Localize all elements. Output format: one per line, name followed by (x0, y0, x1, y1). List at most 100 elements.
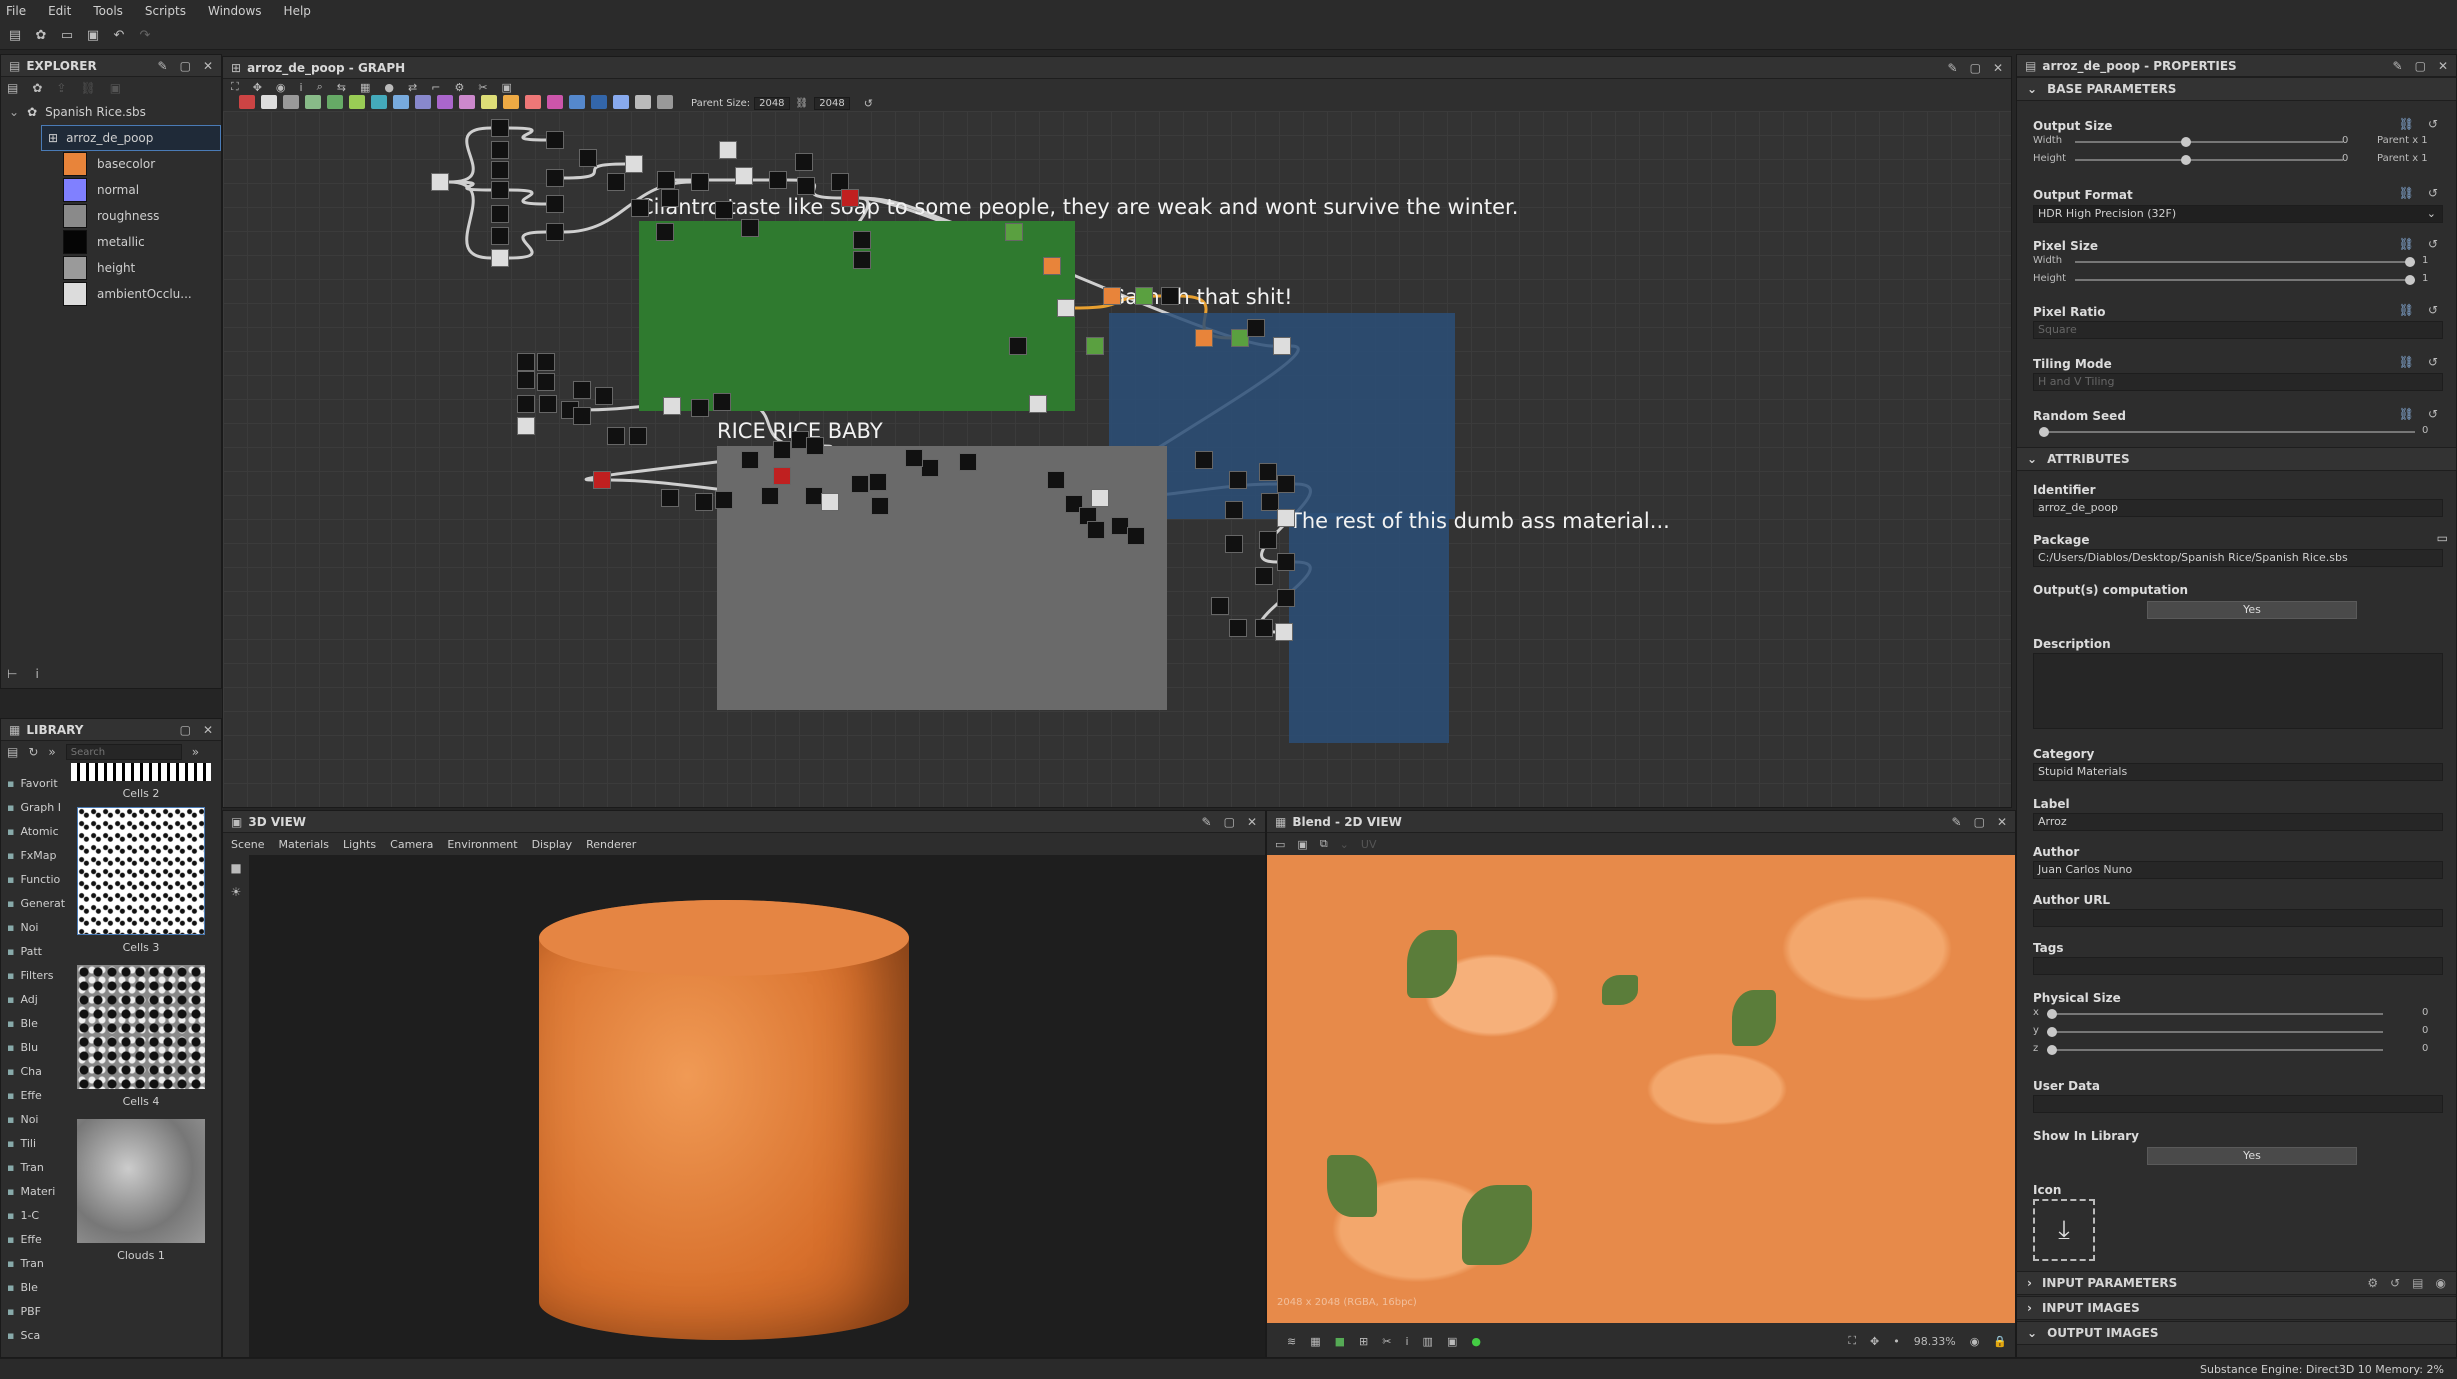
graph-node[interactable] (1277, 553, 1295, 571)
library-category[interactable]: ▪ Atomic (1, 819, 71, 843)
graph-frame[interactable] (1289, 513, 1449, 743)
chevron-down-icon[interactable]: ⌄ (9, 105, 19, 119)
atomic-node-icon[interactable] (371, 94, 387, 109)
tools-icon[interactable]: ✂ (478, 81, 487, 94)
close-icon[interactable]: ✕ (203, 59, 213, 73)
settings-icon[interactable]: ◉ (1970, 1335, 1980, 1348)
graph-node[interactable] (573, 407, 591, 425)
library-category[interactable]: ▪ Tran (1, 1155, 71, 1179)
graph-node[interactable] (431, 173, 449, 191)
atomic-node-icon[interactable] (239, 94, 255, 109)
filter-icon[interactable]: ▤ (7, 745, 18, 759)
library-category[interactable]: ▪ Favorit (1, 771, 71, 795)
link-icon[interactable]: ⛓ (2399, 186, 2414, 200)
chevron-down-icon[interactable]: ⌄ (2027, 82, 2037, 96)
library-category[interactable]: ▪ Ble (1, 1011, 71, 1035)
tree-icon[interactable]: ⊢ (7, 667, 17, 681)
graph-node[interactable] (1277, 475, 1295, 493)
library-category[interactable]: ▪ 1-C (1, 1203, 71, 1227)
copy-icon[interactable]: ⧉ (1320, 837, 1328, 851)
section-output-images[interactable]: ⌄ OUTPUT IMAGES (2017, 1321, 2456, 1345)
eye-icon[interactable]: ◉ (2436, 1276, 2446, 1290)
graph-node[interactable] (517, 371, 535, 389)
link-icon[interactable]: ⛓ (2399, 407, 2414, 421)
graph-node[interactable] (1275, 623, 1293, 641)
graph-node[interactable] (1247, 319, 1265, 337)
graph-node[interactable] (1091, 489, 1109, 507)
menu-edit[interactable]: Edit (48, 4, 71, 18)
layers-icon[interactable]: ≋ (1287, 1335, 1296, 1348)
graph-node[interactable] (741, 451, 759, 469)
atomic-node-icon[interactable] (327, 94, 343, 109)
icon-drop-zone[interactable]: ⤓ (2033, 1199, 2095, 1261)
lock-icon[interactable]: 🔒 (1993, 1335, 2007, 1348)
link-icon[interactable]: ⛓ (2399, 237, 2414, 251)
pixel-width-knob[interactable] (2405, 257, 2415, 267)
atomic-node-icon[interactable] (503, 94, 519, 109)
pixel-ratio-select[interactable]: Square (2033, 321, 2443, 339)
library-category[interactable]: ▪ Tran (1, 1251, 71, 1275)
library-category[interactable]: ▪ FxMap (1, 843, 71, 867)
graph-node[interactable] (539, 395, 557, 413)
add-icon[interactable]: ▤ (2412, 1276, 2423, 1290)
label-input[interactable]: Arroz (2033, 813, 2443, 831)
graph-node[interactable] (1195, 451, 1213, 469)
pin-icon[interactable]: ✎ (1952, 815, 1962, 829)
tree-output[interactable]: metallic (1, 229, 221, 255)
save-icon[interactable]: ▣ (110, 81, 121, 95)
category-input[interactable]: Stupid Materials (2033, 763, 2443, 781)
view3d-menu-item[interactable]: Display (532, 838, 573, 851)
pin-icon[interactable]: ✎ (1202, 815, 1212, 829)
fit-icon[interactable]: ⛶ (231, 80, 239, 94)
graph-node[interactable] (1259, 531, 1277, 549)
library-search-input[interactable] (65, 744, 182, 760)
graph-node[interactable] (656, 223, 674, 241)
tree-package[interactable]: ⌄ ✿ Spanish Rice.sbs (1, 99, 221, 125)
align-icon[interactable]: ⇆ (337, 81, 346, 94)
frame-icon[interactable]: ✥ (253, 81, 262, 94)
graph-node[interactable] (1029, 395, 1047, 413)
section-attributes[interactable]: ⌄ ATTRIBUTES (2017, 447, 2456, 471)
graph-frame[interactable] (717, 446, 1167, 710)
graph-node[interactable] (713, 393, 731, 411)
view-icon[interactable]: ▣ (502, 81, 512, 94)
float-icon[interactable]: ▢ (2415, 59, 2426, 73)
graph-node[interactable] (869, 473, 887, 491)
chevron-down-icon[interactable]: ⌄ (2027, 1326, 2037, 1340)
show-in-library-button[interactable]: Yes (2147, 1147, 2357, 1165)
graph-node[interactable] (1273, 337, 1291, 355)
tree-graph[interactable]: ⊞ arroz_de_poop (41, 125, 221, 151)
random-seed-slider[interactable] (2039, 427, 2415, 437)
library-category[interactable]: ▪ Sca (1, 1323, 71, 1347)
graph-node[interactable] (851, 475, 869, 493)
close-icon[interactable]: ✕ (203, 723, 213, 737)
graph-node[interactable] (607, 427, 625, 445)
graph-node[interactable] (795, 153, 813, 171)
graph-node[interactable] (921, 459, 939, 477)
physical-z-knob[interactable] (2047, 1045, 2057, 1055)
graph-frame-title[interactable]: The rest of this dumb ass material... (1289, 509, 1670, 533)
reset-icon[interactable]: ↺ (2428, 407, 2438, 421)
pin-icon[interactable]: ✎ (2393, 59, 2403, 73)
tree-output[interactable]: ambientOcclu... (1, 281, 221, 307)
pixel-height-knob[interactable] (2405, 275, 2415, 285)
graph-node[interactable] (773, 467, 791, 485)
chevron-down-icon[interactable]: ⌄ (2027, 452, 2037, 466)
graph-node[interactable] (1277, 589, 1295, 607)
dot-icon[interactable]: • (1893, 1335, 1900, 1348)
graph-node[interactable] (537, 373, 555, 391)
refresh-icon[interactable]: ↻ (28, 745, 38, 759)
graph-node[interactable] (821, 493, 839, 511)
new-package-icon[interactable]: ▤ (6, 27, 24, 45)
info-icon[interactable]: i (35, 667, 38, 681)
library-category[interactable]: ▪ Tili (1, 1131, 71, 1155)
light-icon[interactable]: ☀ (223, 885, 249, 899)
close-icon[interactable]: ✕ (1993, 61, 2003, 75)
graph-node[interactable] (1195, 329, 1213, 347)
camera-icon[interactable]: ■ (223, 861, 249, 875)
graph-node[interactable] (797, 177, 815, 195)
graph-frame-title[interactable]: Cilantro taste like soap to some people,… (639, 195, 1518, 219)
physical-y-slider[interactable] (2047, 1027, 2383, 1037)
float-icon[interactable]: ▢ (1224, 815, 1235, 829)
graph-node[interactable] (871, 497, 889, 515)
